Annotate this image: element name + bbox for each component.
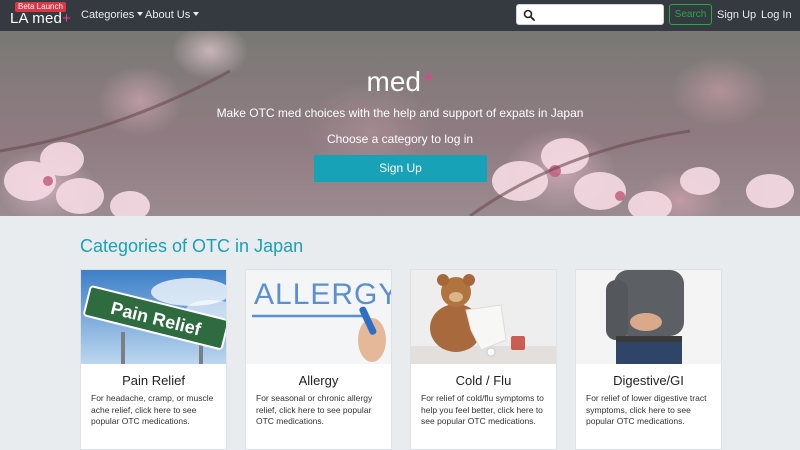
pain-relief-image: Pain Relief [81, 270, 226, 364]
category-card-cold-flu[interactable]: Cold / Flu For relief of cold/flu sympto… [410, 269, 557, 450]
hero-title-plus: + [422, 67, 434, 87]
hero-subtitle: Make OTC med choices with the help and s… [216, 106, 584, 120]
category-card-pain-relief[interactable]: Pain Relief Pain Relief For headache, cr… [80, 269, 227, 450]
nav-signup-link[interactable]: Sign Up [717, 9, 756, 22]
nav-categories-label: Categories [81, 9, 135, 21]
card-title: Allergy [298, 373, 339, 388]
search-button[interactable]: Search [669, 4, 712, 25]
cold-flu-image [411, 270, 556, 364]
card-text: For headache, cramp, or muscle ache reli… [91, 393, 214, 426]
hero-banner: med + Make OTC med choices with the help … [0, 31, 800, 216]
allergy-sign-text: ALLERGY [254, 278, 391, 311]
card-text: For relief of lower digestive tract symp… [586, 393, 707, 426]
card-title: Pain Relief [122, 373, 185, 388]
search-icon [523, 9, 535, 21]
search-input[interactable] [539, 7, 659, 22]
brand-text: LA med [10, 10, 63, 27]
nav-about-dropdown[interactable]: About Us [145, 9, 200, 22]
nav-categories-dropdown[interactable]: Categories [81, 9, 144, 22]
nav-login-link[interactable]: Log In [761, 9, 792, 22]
brand-name: LA med+ [10, 10, 71, 27]
categories-heading: Categories of OTC in Japan [80, 236, 304, 256]
card-title: Cold / Flu [455, 373, 512, 388]
cherry-blossom-image [0, 69, 794, 216]
hero-title: med + [0, 61, 800, 98]
brand-plus: + [62, 10, 72, 27]
hero-signup-button[interactable]: Sign Up [314, 155, 487, 182]
category-card-allergy[interactable]: ALLERGY Allergy For seasonal or chronic … [245, 269, 392, 450]
brand-logo[interactable]: Beta Launch LA med+ [10, 2, 72, 28]
allergy-image: ALLERGY [246, 270, 391, 364]
top-navbar: Beta Launch LA med+ Categories About Us … [0, 0, 800, 31]
card-title: Digestive/GI [613, 373, 684, 388]
hero-category-prompt: Choose a category to log in [326, 132, 474, 146]
nav-about-label: About Us [145, 9, 191, 21]
category-card-digestive[interactable]: Digestive/GI For relief of lower digesti… [575, 269, 722, 450]
digestive-image [576, 270, 721, 364]
card-text: For seasonal or chronic allergy relief, … [256, 393, 373, 426]
search-box [516, 4, 664, 25]
chevron-down-icon [137, 12, 144, 16]
card-text: For relief of cold/flu symptoms to help … [421, 393, 544, 426]
chevron-down-icon [193, 12, 200, 16]
hero-title-text: med [366, 66, 421, 97]
